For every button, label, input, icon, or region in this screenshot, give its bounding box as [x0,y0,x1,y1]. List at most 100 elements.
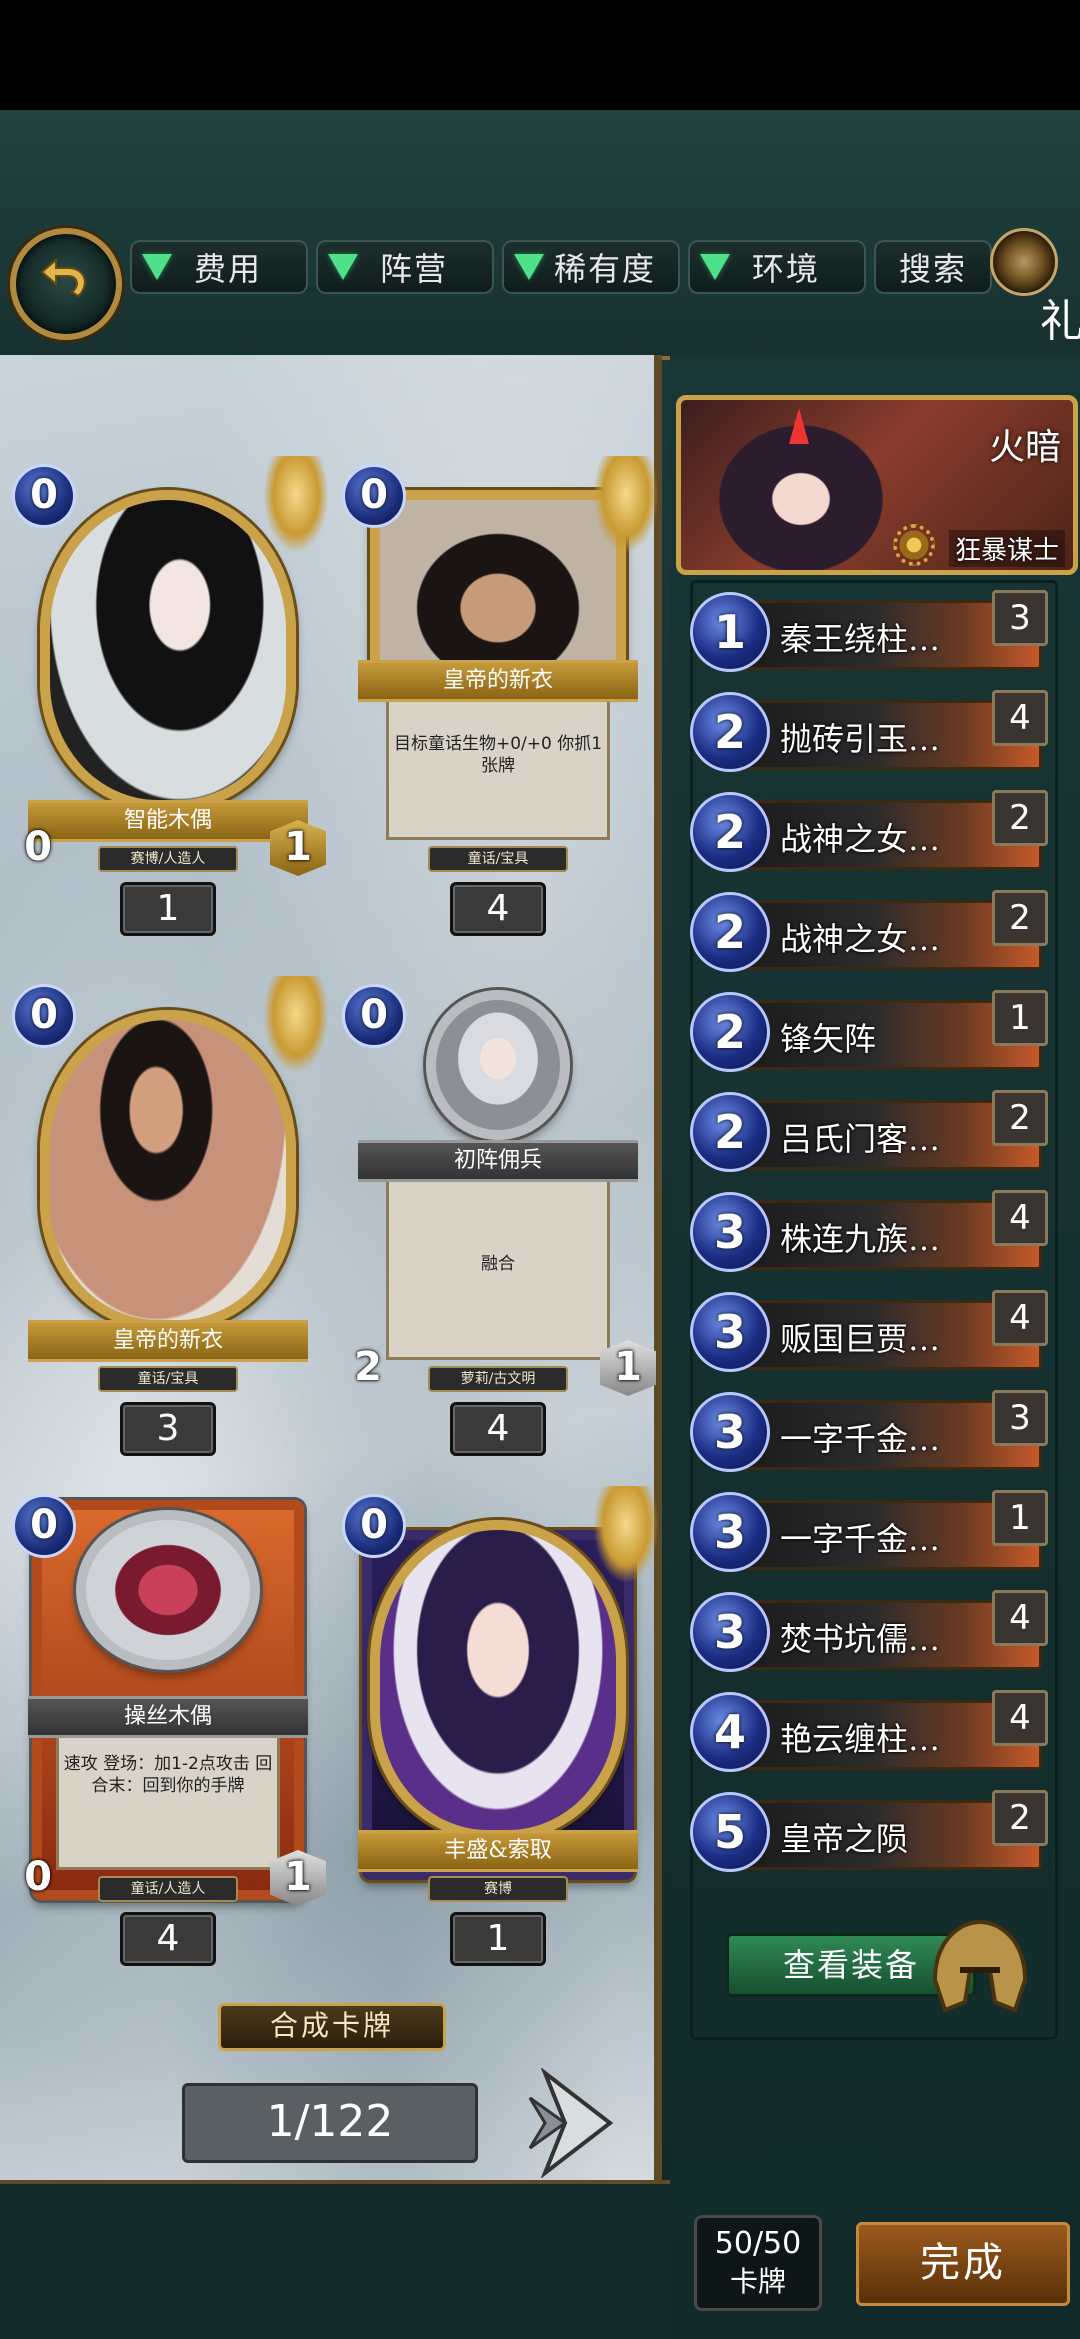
deck-card-qty: 4 [992,1190,1048,1246]
card-portrait [40,1010,296,1330]
filter-rarity-label: 稀有度 [554,250,657,288]
deck-card-qty: 3 [992,1390,1048,1446]
deck-count: 50/50 卡牌 [694,2215,822,2311]
deck-card-row[interactable]: 一字千金… 3 3 [690,1390,1052,1474]
done-button[interactable]: 完成 [856,2222,1070,2306]
top-bar [0,110,1080,360]
deck-count-label: 卡牌 [729,2265,786,2298]
deck-card-cost: 3 [690,1192,770,1272]
deck-card-name: 战神之女… [780,920,941,958]
filter-cost[interactable]: 费用 [130,240,308,294]
helmet-icon [932,1919,1028,2013]
card-cost: 0 [12,1494,76,1558]
deck-card-row[interactable]: 吕氏门客… 2 2 [690,1090,1052,1174]
deck-card-cost: 5 [690,1792,770,1872]
deck-list[interactable]: 秦王绕柱… 1 3 抛砖引玉… 2 4 战神之女… 2 2 战神之女… 2 2 锋矢阵 2 1 吕氏… [690,590,1060,1880]
deck-card-cost: 2 [690,892,770,972]
deck-card-name: 战神之女… [780,820,941,858]
card-attack: 2 [354,1344,382,1390]
status-bar [0,0,1080,110]
back-button[interactable] [10,228,122,340]
deck-card-row[interactable]: 皇帝之陨 5 2 [690,1790,1052,1874]
deck-card-row[interactable]: 战神之女… 2 2 [690,890,1052,974]
card-cost: 0 [12,464,76,528]
deck-card-name: 抛砖引玉… [780,720,941,758]
next-page-arrow-icon[interactable] [525,2068,615,2178]
gold-ornament-icon [594,456,658,552]
deck-card-qty: 2 [992,1090,1048,1146]
deck-card-cost: 1 [690,592,770,672]
deck-card-cost: 2 [690,992,770,1072]
card-portrait [426,990,570,1140]
card-health: 1 [270,1850,326,1906]
deck-card-name: 贩国巨贾… [780,1320,941,1358]
deck-card-name: 秦王绕柱… [780,620,941,658]
deck-card-qty: 2 [992,790,1048,846]
deck-card-row[interactable]: 艳云缠柱… 4 4 [690,1690,1052,1774]
clipped-text: 礼 [1040,296,1080,347]
card-tile[interactable]: 智能木偶 赛博/人造人 0 0 1 1 [12,456,328,936]
gold-ornament-icon [594,1486,658,1582]
card-tribe: 萝莉/古文明 [428,1366,568,1392]
card-tile[interactable]: 皇帝的新衣 童话/宝具 0 3 [12,976,328,1456]
hero-name: 火暗 [988,427,1061,468]
deck-card-cost: 2 [690,692,770,772]
search-label: 搜索 [898,250,967,288]
card-portrait [370,1520,626,1840]
card-attack: 0 [24,1854,52,1900]
card-tribe: 赛博 [428,1876,568,1902]
deck-card-row[interactable]: 锋矢阵 2 1 [690,990,1052,1074]
deck-card-row[interactable]: 一字千金… 3 1 [690,1490,1052,1574]
gold-ornament-icon [264,456,328,552]
deck-card-row[interactable]: 战神之女… 2 2 [690,790,1052,874]
card-name: 操丝木偶 [28,1696,308,1738]
deck-card-qty: 4 [992,690,1048,746]
card-tribe: 童话/宝具 [98,1366,238,1392]
deck-card-qty: 2 [992,1790,1048,1846]
filter-environment-label: 环境 [752,250,821,288]
hero-class: 狂暴谋士 [948,530,1065,567]
gold-ornament-icon [264,976,328,1072]
card-tile[interactable]: 速攻 登场：加1-2点攻击 回合末：回到你的手牌 操丝木偶 童话/人造人 0 0… [12,1494,326,1966]
card-name: 初阵佣兵 [358,1140,638,1182]
deck-card-row[interactable]: 焚书坑儒… 3 4 [690,1590,1052,1674]
deck-card-cost: 3 [690,1592,770,1672]
search-button[interactable]: 搜索 [874,240,992,294]
card-owned-count: 1 [450,1912,546,1966]
deck-card-qty: 2 [992,890,1048,946]
filter-rarity[interactable]: 稀有度 [502,240,680,294]
craft-card-button[interactable]: 合成卡牌 [218,2003,446,2051]
deck-card-row[interactable]: 抛砖引玉… 2 4 [690,690,1052,774]
deck-card-row[interactable]: 贩国巨贾… 3 4 [690,1290,1052,1374]
filter-faction-label: 阵营 [380,250,449,288]
dropdown-triangle-icon [328,254,358,280]
card-owned-count: 4 [120,1912,216,1966]
card-tile[interactable]: 丰盛&索取 赛博 0 1 [342,1486,658,1966]
card-art [76,1510,260,1670]
deck-card-name: 皇帝之陨 [780,1820,909,1858]
deck-card-cost: 4 [690,1692,770,1772]
deck-card-qty: 1 [992,990,1048,1046]
page-indicator: 1/122 [182,2083,478,2163]
bottom-strip [0,2180,670,2339]
deck-card-name: 锋矢阵 [780,1020,877,1058]
deck-card-row[interactable]: 株连九族… 3 4 [690,1190,1052,1274]
card-owned-count: 4 [450,882,546,936]
card-owned-count: 4 [450,1402,546,1456]
deck-card-cost: 3 [690,1292,770,1372]
hero-banner[interactable]: 火暗 狂暴谋士 [676,395,1078,575]
deck-card-row[interactable]: 秦王绕柱… 1 3 [690,590,1052,674]
deck-card-qty: 4 [992,1590,1048,1646]
filter-environment[interactable]: 环境 [688,240,866,294]
gear-icon [893,524,935,566]
card-tile[interactable]: 融合 初阵佣兵 萝莉/古文明 0 2 1 4 [342,984,656,1456]
filter-cost-label: 费用 [194,250,263,288]
card-tribe: 童话/宝具 [428,846,568,872]
deck-count-value: 50/50 [714,2226,802,2261]
deck-card-qty: 3 [992,590,1048,646]
card-tile[interactable]: 目标童话生物+0/+0 你抓1张牌 皇帝的新衣 童话/宝具 0 4 [342,456,658,936]
deck-card-qty: 4 [992,1290,1048,1346]
hero-portrait [711,400,911,570]
card-tribe: 赛博/人造人 [98,846,238,872]
filter-faction[interactable]: 阵营 [316,240,494,294]
